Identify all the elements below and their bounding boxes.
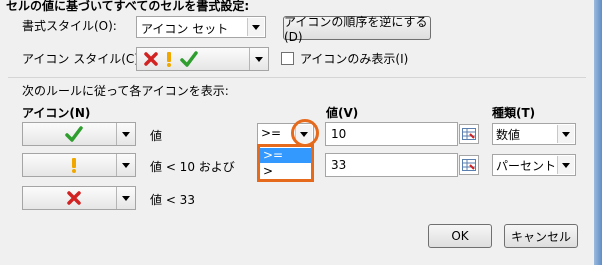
section-title: セルの値に基づいてすべてのセルを書式設定: — [6, 0, 250, 13]
reverse-icon-order-button[interactable]: アイコンの順序を逆にする(D) — [283, 15, 431, 44]
red-x-icon — [66, 190, 82, 209]
chevron-down-icon[interactable] — [247, 18, 264, 36]
icon-style-label: アイコン スタイル(C): — [22, 52, 144, 66]
chevron-down-icon[interactable] — [116, 187, 135, 209]
rule-2-value-input[interactable]: 33 — [325, 153, 458, 177]
icon-style-select[interactable] — [136, 47, 269, 71]
yellow-exclamation-icon — [69, 157, 79, 176]
yellow-exclamation-icon — [164, 51, 174, 70]
chevron-down-icon[interactable] — [557, 156, 574, 174]
rule-2-type-value: パーセント — [496, 159, 557, 173]
highlight-box — [257, 144, 314, 182]
icon-column-header: アイコン(N) — [22, 106, 91, 120]
window-frame — [594, 0, 602, 265]
rules-instruction: 次のルールに従って各アイコンを表示: — [22, 84, 229, 98]
range-picker-icon — [462, 128, 476, 140]
value-column-header: 値(V) — [326, 106, 359, 120]
icon-only-checkbox[interactable] — [281, 52, 294, 65]
rule-1-type-value: 数値 — [496, 128, 521, 142]
rule-1-icon-select[interactable] — [22, 122, 136, 146]
rule-3-icon-select[interactable] — [22, 186, 136, 210]
format-dialog: セルの値に基づいてすべてのセルを書式設定: 書式スタイル(O): アイコン セッ… — [0, 0, 594, 265]
rule-2-condition: 値 < 10 および — [150, 160, 235, 174]
reverse-icon-order-label: アイコンの順序を逆にする(D) — [284, 14, 428, 44]
green-check-icon — [65, 126, 83, 145]
type-column-header: 種類(T) — [492, 106, 536, 120]
chevron-down-icon[interactable] — [249, 48, 268, 70]
rule-1-range-picker-button[interactable] — [459, 124, 479, 144]
cancel-label: キャンセル — [510, 229, 571, 244]
range-picker-icon — [462, 159, 476, 171]
icon-only-label: アイコンのみ表示(I) — [300, 52, 409, 66]
chevron-down-icon[interactable] — [557, 125, 574, 143]
chevron-down-icon[interactable] — [116, 123, 135, 145]
format-style-select[interactable]: アイコン セット — [136, 16, 266, 38]
rule-1-value-input[interactable]: 10 — [325, 122, 458, 146]
rule-2-type-select[interactable]: パーセント — [492, 154, 576, 176]
rule-1-operator-value: >= — [261, 126, 282, 140]
red-x-icon — [143, 51, 159, 70]
rule-3-condition: 値 < 33 — [150, 193, 195, 207]
rule-2-icon-select[interactable] — [22, 153, 136, 177]
rule-2-range-picker-button[interactable] — [459, 155, 479, 175]
rule-1-type-select[interactable]: 数値 — [492, 123, 576, 145]
ok-label: OK — [451, 229, 469, 243]
cancel-button[interactable]: キャンセル — [504, 224, 578, 248]
chevron-down-icon[interactable] — [116, 154, 135, 176]
format-style-label: 書式スタイル(O): — [22, 19, 117, 33]
format-style-value: アイコン セット — [141, 22, 229, 36]
highlight-circle — [291, 119, 319, 147]
ok-button[interactable]: OK — [428, 224, 492, 248]
green-check-icon — [180, 51, 198, 70]
divider — [8, 77, 586, 78]
rule-1-condition: 値 — [150, 129, 163, 143]
